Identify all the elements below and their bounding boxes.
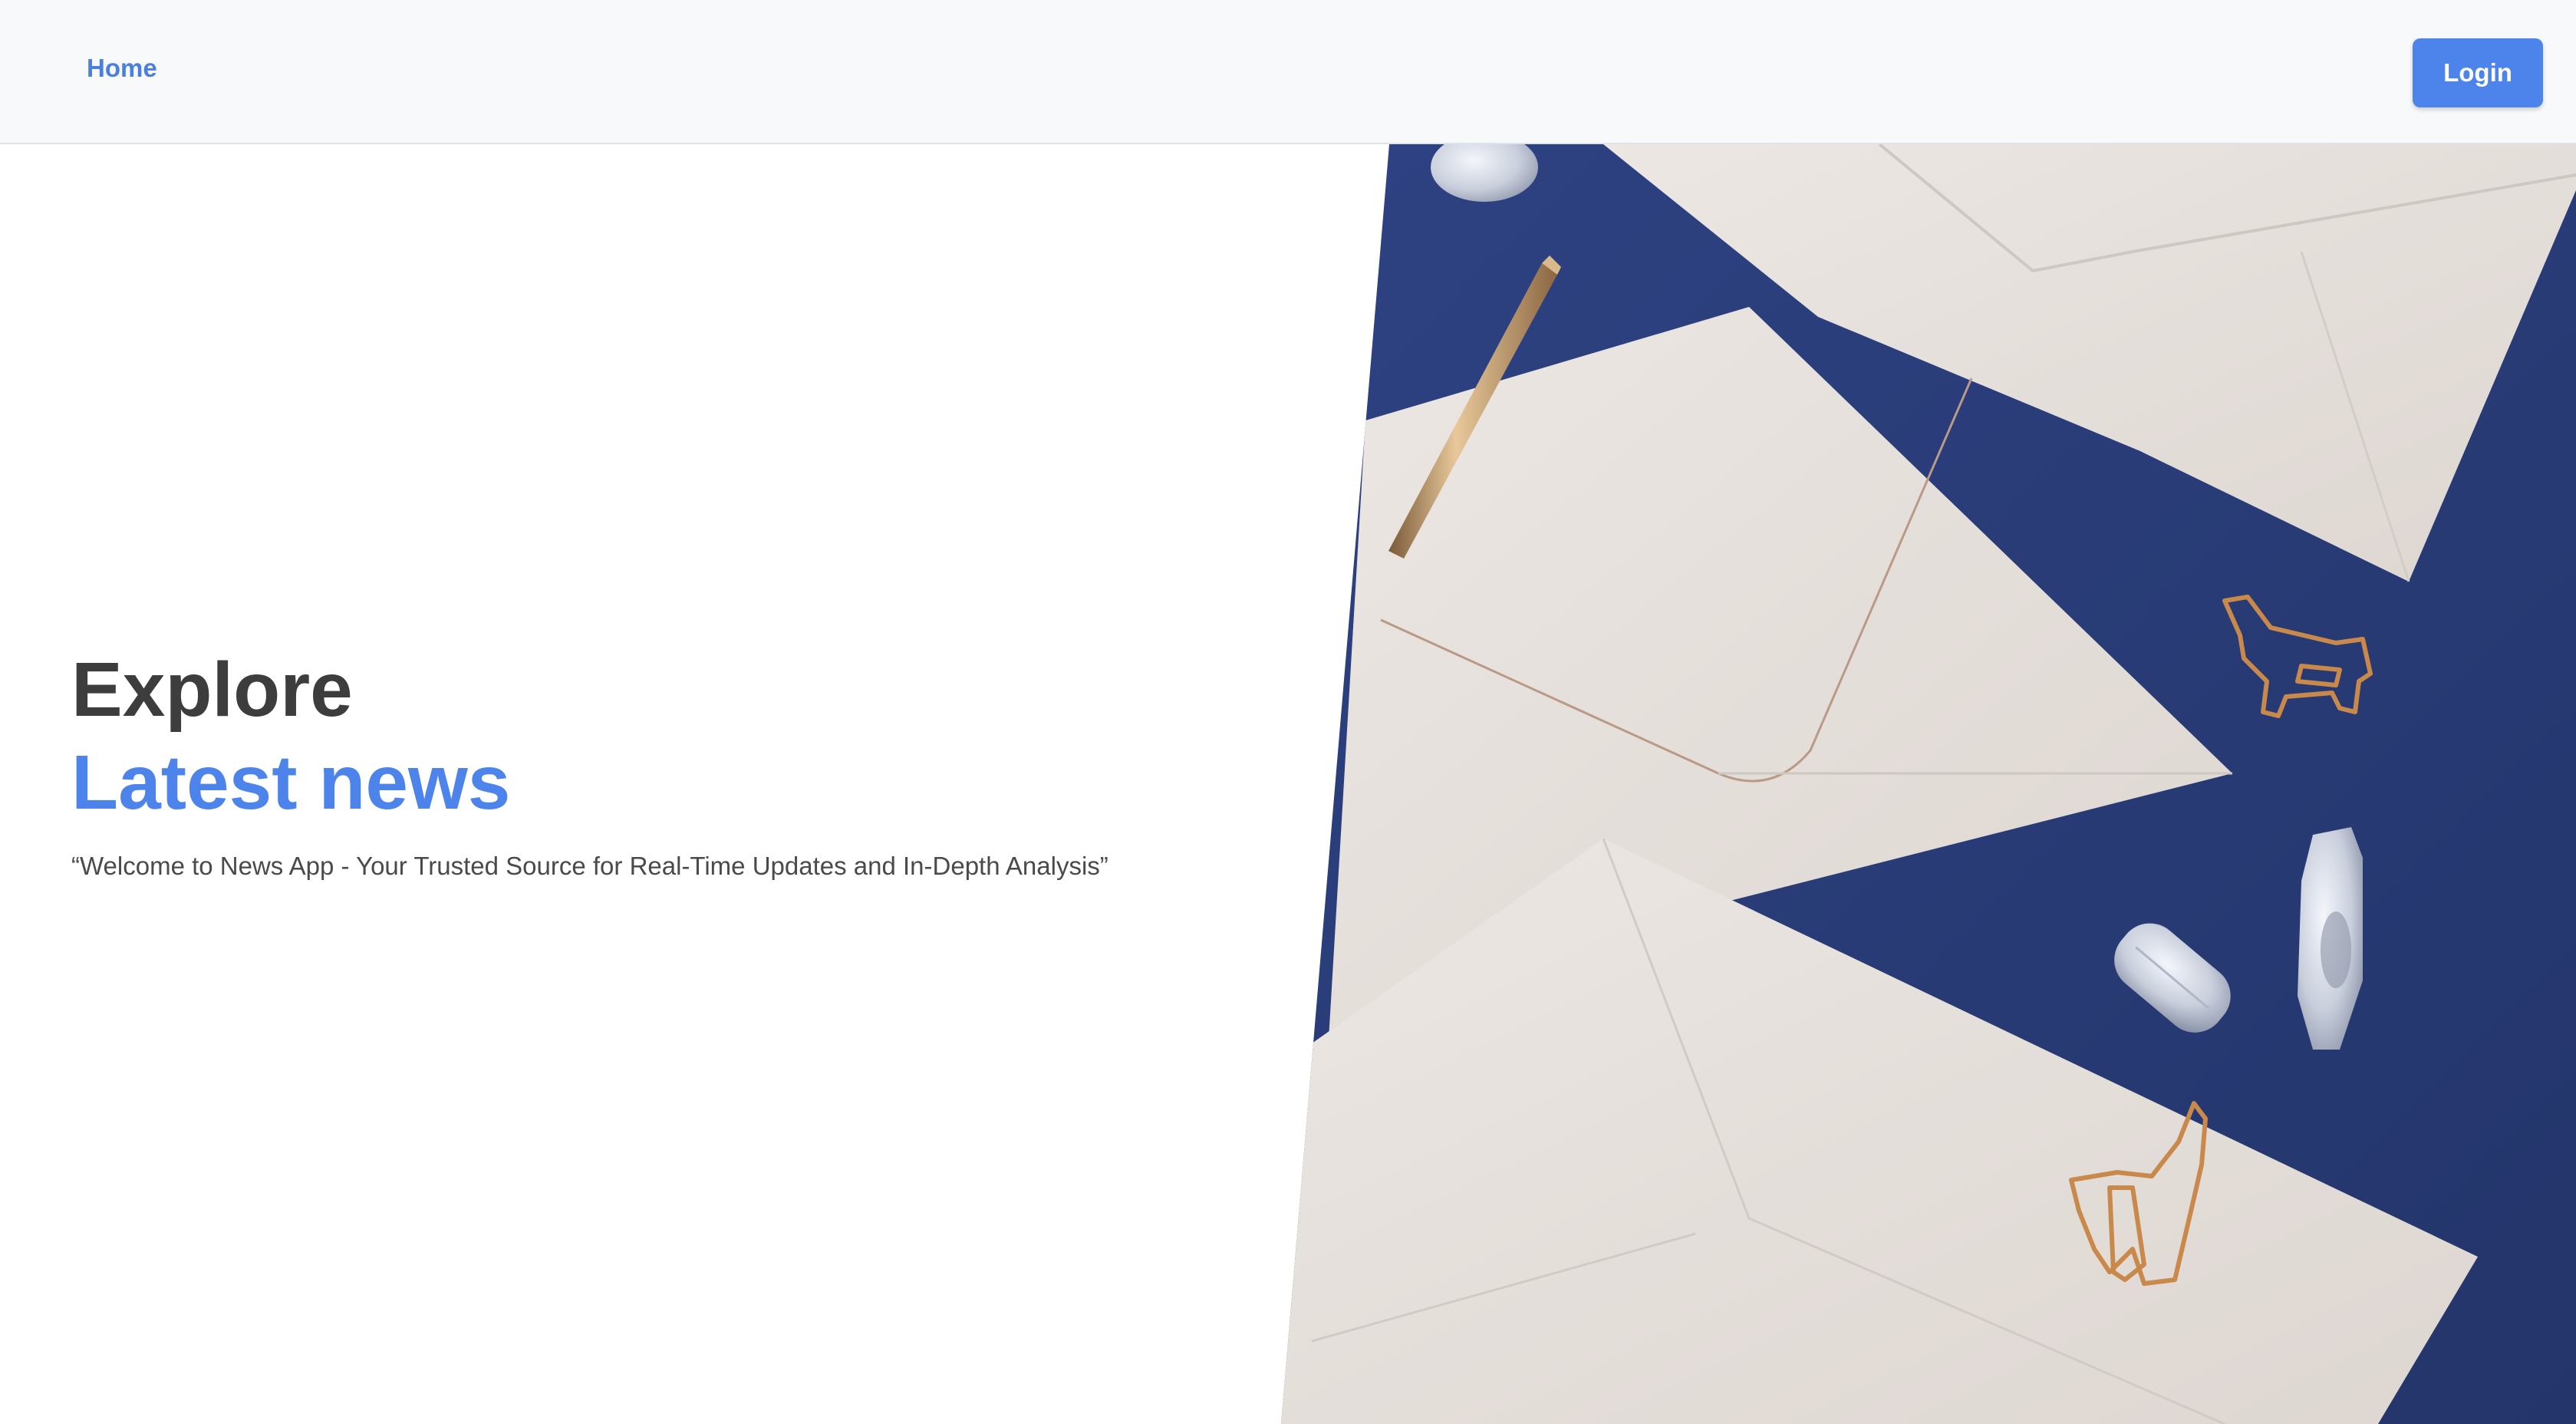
page: Home Login Explore Latest news “Welcome … <box>0 0 2576 1424</box>
hero-illustration <box>1281 144 2576 1424</box>
hero-title-explore: Explore <box>71 647 353 733</box>
hero-subtitle: “Welcome to News App - Your Trusted Sour… <box>71 852 1108 880</box>
navbar: Home Login <box>0 0 2576 144</box>
hero-title-latest-news: Latest news <box>71 740 511 826</box>
hero-image <box>1281 144 2576 1424</box>
hero-text: Explore Latest news “Welcome to News App… <box>71 644 1108 881</box>
login-button[interactable]: Login <box>2413 38 2543 107</box>
nav-home-link[interactable]: Home <box>87 54 157 83</box>
